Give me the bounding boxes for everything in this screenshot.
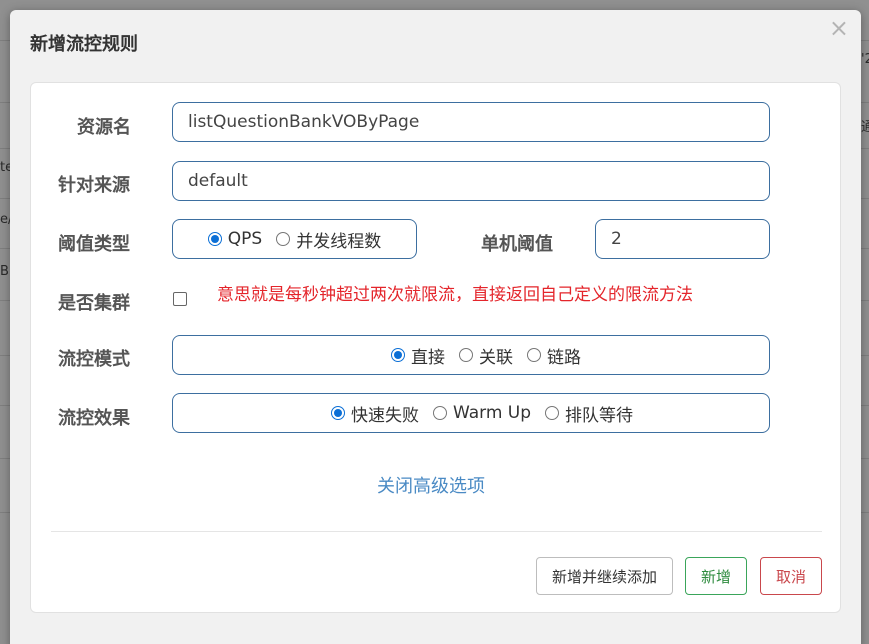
threshold-type-group: QPS 并发线程数	[172, 219, 417, 259]
radio-selected-icon[interactable]	[391, 348, 405, 362]
control-mode-chain-label: 链路	[547, 347, 581, 368]
control-mode-chain-option[interactable]: 链路	[527, 343, 581, 368]
close-icon[interactable]: ×	[829, 16, 849, 40]
radio-unselected-icon[interactable]	[432, 406, 447, 420]
resource-name-value: listQuestionBankVOByPage	[188, 112, 420, 132]
radio-selected-icon[interactable]	[330, 406, 345, 420]
threshold-type-thread-option[interactable]: 并发线程数	[276, 227, 381, 252]
single-threshold-label: 单机阈值	[481, 234, 553, 255]
control-mode-direct-label: 直接	[411, 347, 445, 368]
threshold-type-qps-option[interactable]: QPS	[207, 229, 263, 249]
control-mode-group: 直接 关联 链路	[172, 335, 770, 375]
control-mode-relate-label: 关联	[479, 347, 513, 368]
threshold-type-label: 阈值类型	[58, 234, 130, 255]
control-effect-label: 流控效果	[58, 408, 130, 429]
form-panel: 资源名 listQuestionBankVOByPage 针对来源 defaul…	[30, 82, 841, 613]
threshold-type-thread-label: 并发线程数	[296, 231, 382, 252]
control-effect-fast-fail-label: 快速失败	[350, 405, 419, 426]
add-and-continue-button[interactable]: 新增并继续添加	[536, 557, 673, 595]
add-button[interactable]: 新增	[685, 557, 747, 595]
toggle-advanced-options-link[interactable]: 关闭高级选项	[377, 472, 485, 498]
control-effect-queue-label: 排队等待	[565, 405, 634, 426]
control-mode-relate-option[interactable]: 关联	[459, 343, 513, 368]
single-threshold-input[interactable]: 2	[595, 219, 770, 259]
cluster-mode-checkbox[interactable]	[173, 292, 187, 306]
resource-name-label: 资源名	[77, 117, 131, 138]
control-effect-warm-up-option[interactable]: Warm Up	[432, 403, 532, 423]
limit-app-input[interactable]: default	[172, 161, 770, 201]
single-threshold-value: 2	[611, 229, 622, 249]
radio-selected-icon[interactable]	[207, 232, 222, 246]
dialog-title: 新增流控规则	[30, 34, 138, 55]
annotation-note: 意思就是每秒钟超过两次就限流，直接返回自己定义的限流方法	[217, 285, 693, 305]
resource-name-input[interactable]: listQuestionBankVOByPage	[172, 102, 770, 142]
bg-text-fragment: 通	[861, 120, 869, 135]
limit-app-label: 针对来源	[58, 175, 130, 196]
footer-divider	[51, 531, 822, 532]
radio-unselected-icon[interactable]	[459, 348, 473, 362]
bg-text-fragment: '2	[861, 52, 869, 67]
threshold-type-qps-label: QPS	[227, 229, 263, 249]
cancel-button[interactable]: 取消	[760, 557, 822, 595]
control-mode-label: 流控模式	[58, 349, 130, 370]
radio-unselected-icon[interactable]	[545, 406, 560, 420]
bg-text-fragment: B	[0, 264, 9, 279]
control-effect-queue-option[interactable]: 排队等待	[545, 401, 633, 426]
cluster-mode-label: 是否集群	[58, 293, 130, 314]
add-flow-rule-dialog: 新增流控规则 × 资源名 listQuestionBankVOByPage 针对…	[10, 10, 861, 644]
control-mode-direct-option[interactable]: 直接	[391, 343, 445, 368]
limit-app-value: default	[188, 171, 248, 191]
radio-unselected-icon[interactable]	[527, 348, 541, 362]
radio-unselected-icon[interactable]	[276, 232, 291, 246]
control-effect-warm-up-label: Warm Up	[452, 403, 532, 423]
control-effect-group: 快速失败 Warm Up 排队等待	[172, 393, 770, 433]
control-effect-fast-fail-option[interactable]: 快速失败	[330, 401, 419, 426]
